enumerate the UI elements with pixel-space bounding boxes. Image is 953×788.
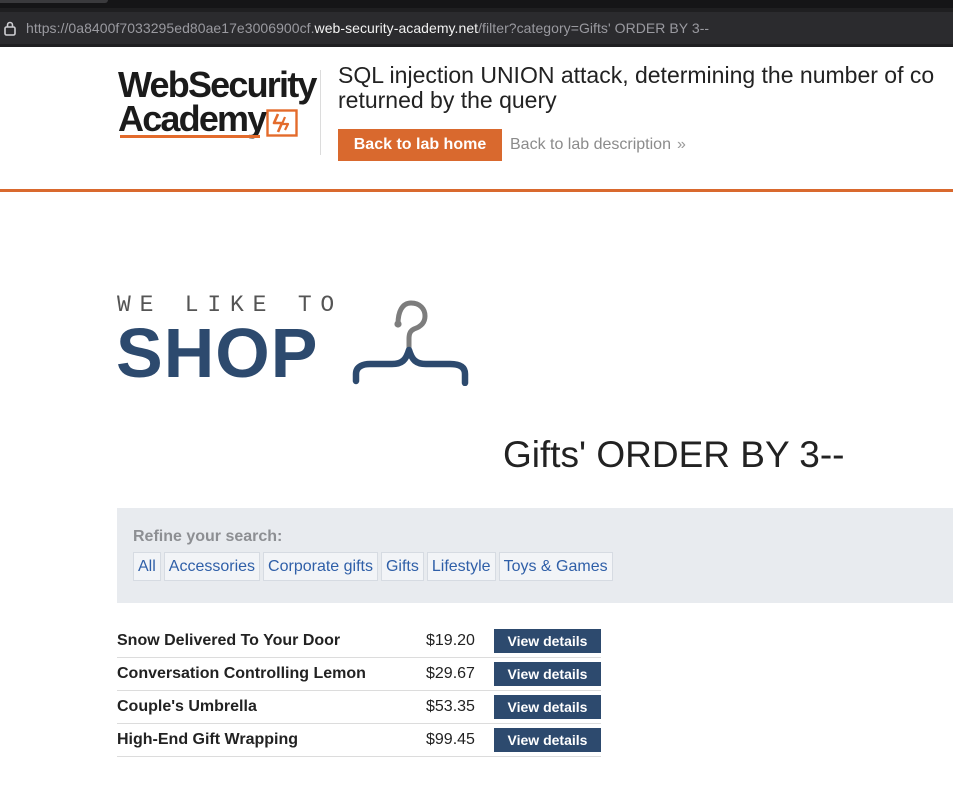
product-name: Couple's Umbrella (117, 698, 257, 715)
academy-header: WebSecurity Academy SQL injection UNION … (0, 48, 953, 188)
logo-underline (120, 135, 260, 138)
web-security-academy-logo[interactable]: WebSecurity Academy (118, 67, 318, 139)
filter-toys-and-games[interactable]: Toys & Games (498, 552, 613, 581)
shop-logo[interactable]: WE LIKE TO SHOP (116, 290, 476, 390)
back-to-lab-home-button[interactable]: Back to lab home (338, 129, 502, 161)
lab-description-label: Back to lab description (510, 136, 671, 153)
browser-chrome: https://0a8400f7033295ed80ae17e3006900cf… (0, 0, 953, 47)
lock-icon (3, 20, 17, 41)
view-details-button[interactable]: View details (494, 629, 601, 653)
category-filter-list: All Accessories Corporate gifts Gifts Li… (133, 552, 613, 581)
header-orange-rule (0, 189, 953, 192)
filter-corporate-gifts[interactable]: Corporate gifts (263, 552, 378, 581)
table-row: Couple's Umbrella $53.35 View details (117, 691, 601, 724)
lightning-icon (266, 109, 298, 142)
logo-line-2: Academy (118, 98, 267, 139)
url-host: web-security-academy.net (314, 20, 479, 36)
header-divider (320, 70, 321, 155)
filter-lifestyle[interactable]: Lifestyle (426, 552, 496, 581)
url-path: /filter?category=Gifts' ORDER BY 3-- (478, 20, 710, 36)
product-name: Conversation Controlling Lemon (117, 665, 366, 682)
product-table: Snow Delivered To Your Door $19.20 View … (117, 625, 601, 757)
table-row: Conversation Controlling Lemon $29.67 Vi… (117, 658, 601, 691)
table-row: High-End Gift Wrapping $99.45 View detai… (117, 724, 601, 757)
active-tab-edge[interactable] (0, 0, 108, 3)
product-name: Snow Delivered To Your Door (117, 632, 341, 649)
product-price: $29.67 (426, 665, 475, 682)
address-bar[interactable]: https://0a8400f7033295ed80ae17e3006900cf… (0, 12, 953, 44)
url-text[interactable]: https://0a8400f7033295ed80ae17e3006900cf… (26, 20, 709, 36)
lab-title-line-1: SQL injection UNION attack, determining … (338, 62, 935, 88)
product-name: High-End Gift Wrapping (117, 731, 299, 748)
tab-strip (0, 0, 953, 8)
view-details-button[interactable]: View details (494, 728, 601, 752)
hanger-icon (348, 294, 472, 391)
filter-accessories[interactable]: Accessories (163, 552, 261, 581)
filter-gifts[interactable]: Gifts (380, 552, 424, 581)
double-chevron-icon: » (676, 136, 686, 153)
lab-title: SQL injection UNION attack, determining … (338, 63, 934, 113)
lab-title-line-2: returned by the query (338, 87, 557, 113)
filter-all[interactable]: All (133, 552, 161, 581)
product-price: $53.35 (426, 698, 475, 715)
view-details-button[interactable]: View details (494, 695, 601, 719)
back-to-lab-description-link[interactable]: Back to lab description » (510, 136, 686, 154)
category-title: Gifts' ORDER BY 3-- (503, 434, 845, 475)
url-prefix: https://0a8400f7033295ed80ae17e3006900cf… (26, 20, 315, 36)
product-price: $19.20 (426, 632, 475, 649)
refine-search-label: Refine your search: (133, 528, 283, 545)
product-price: $99.45 (426, 731, 475, 748)
view-details-button[interactable]: View details (494, 662, 601, 686)
shop-wordmark: SHOP (116, 314, 319, 392)
table-row: Snow Delivered To Your Door $19.20 View … (117, 625, 601, 658)
refine-search-panel: Refine your search: All Accessories Corp… (117, 508, 953, 603)
